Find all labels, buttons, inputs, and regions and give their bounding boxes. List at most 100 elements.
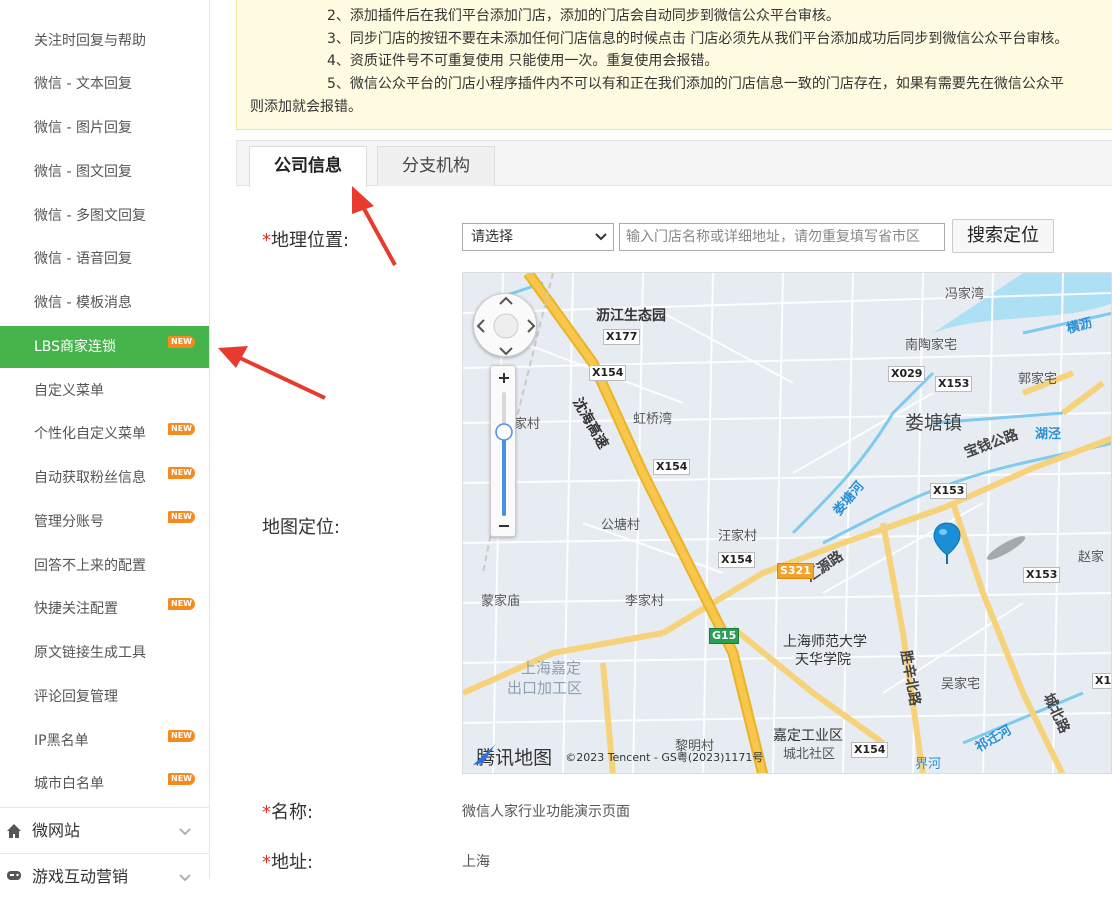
- sidebar-item-lbs[interactable]: LBS商家连锁 NEW: [0, 326, 209, 368]
- sidebar-item-ip-blacklist[interactable]: IP黑名单 NEW: [0, 720, 209, 762]
- map-canvas: [463, 273, 1111, 773]
- sidebar-item-text-reply[interactable]: 微信 - 文本回复: [0, 63, 209, 105]
- sidebar-item-sub-accounts[interactable]: 管理分账号 NEW: [0, 501, 209, 543]
- map-road-tag: X177: [603, 329, 641, 345]
- pan-arrows-icon: [476, 296, 536, 356]
- map-place-label: 界河: [915, 757, 942, 772]
- map-zoom-control[interactable]: [490, 365, 516, 537]
- new-badge: NEW: [168, 467, 195, 479]
- sidebar-group-games[interactable]: 游戏互动营销: [0, 853, 209, 899]
- sidebar-item-label: 微信 - 文本回复: [34, 76, 132, 92]
- map-road-tag: X153: [930, 483, 968, 499]
- arrow-to-tab-icon: [352, 186, 397, 266]
- sidebar-group-label: 游戏互动营销: [32, 867, 129, 886]
- sidebar-item-label: 微信 - 多图文回复: [34, 208, 146, 224]
- map-highway-tag: S321: [777, 563, 814, 579]
- sidebar-item-voice-reply[interactable]: 微信 - 语音回复: [0, 238, 209, 280]
- chevron-down-icon: [179, 854, 191, 919]
- map-place-label: 上海嘉定: [521, 659, 582, 677]
- new-badge: NEW: [168, 336, 195, 348]
- sidebar-item-label: 微信 - 图文回复: [34, 164, 132, 180]
- address-label: *地址:: [262, 848, 313, 874]
- map-place-label: 嘉定工业区: [773, 728, 843, 744]
- geo-label-text: 地理位置:: [271, 230, 350, 251]
- notice-line: 则添加就会报错。: [250, 99, 362, 115]
- required-mark: *: [262, 230, 271, 251]
- map-river-label: 湖泾: [1035, 427, 1062, 442]
- sidebar-item-label: 原文链接生成工具: [34, 645, 146, 661]
- notice-line: 2、添加插件后在我们平台添加门店，添加的门店会自动同步到微信公众平台审核。: [327, 8, 840, 24]
- tab-bar: 公司信息 分支机构: [236, 140, 1112, 187]
- sidebar-item-label: 城市白名单: [34, 776, 104, 792]
- sidebar-group-microsite[interactable]: 微网站: [0, 807, 209, 853]
- game-icon: [6, 854, 22, 918]
- map-place-label: 沥江生态园: [596, 308, 666, 324]
- map-place-label: 蒙家庙: [481, 594, 521, 609]
- sidebar-item-unanswered-config[interactable]: 回答不上来的配置: [0, 545, 209, 587]
- sidebar-item-link-tool[interactable]: 原文链接生成工具: [0, 632, 209, 674]
- sidebar-item-label: 微信 - 模板消息: [34, 295, 132, 311]
- region-select-value: 请选择: [471, 229, 513, 245]
- map-place-label: 吴家宅: [941, 677, 981, 692]
- sidebar-item-multi-news-reply[interactable]: 微信 - 多图文回复: [0, 195, 209, 237]
- sidebar-item-label: 关注时回复与帮助: [34, 33, 146, 49]
- required-mark: *: [262, 802, 271, 823]
- sidebar-item-label: 自动获取粉丝信息: [34, 470, 146, 486]
- notice-line: 3、同步门店的按钮不要在未添加任何门店信息的时候点击 门店必须先从我们平台添加成…: [327, 31, 1069, 47]
- map-place-label: 南陶家宅: [905, 338, 958, 353]
- address-value: 上海: [462, 854, 490, 870]
- zoom-in-icon: [499, 373, 509, 383]
- address-search-input[interactable]: 输入门店名称或详细地址，请勿重复填写省市区: [619, 223, 945, 251]
- sidebar-item-image-reply[interactable]: 微信 - 图片回复: [0, 107, 209, 149]
- tab-branches[interactable]: 分支机构: [377, 146, 495, 186]
- chevron-down-icon: [595, 224, 607, 259]
- sidebar-item-label: 微信 - 语音回复: [34, 251, 132, 267]
- new-badge: NEW: [168, 773, 195, 785]
- map-copyright: ©2023 Tencent - GS粤(2023)1171号: [565, 750, 764, 764]
- map-road-tag: X154: [718, 552, 756, 568]
- tab-company-info[interactable]: 公司信息: [249, 146, 367, 187]
- sidebar-item-label: 评论回复管理: [34, 689, 118, 705]
- map-location-label: 地图定位:: [262, 517, 341, 538]
- notice-panel: 2、添加插件后在我们平台添加门店，添加的门店会自动同步到微信公众平台审核。 3、…: [236, 0, 1112, 130]
- sidebar-item-personal-menu[interactable]: 个性化自定义菜单 NEW: [0, 413, 209, 455]
- zoom-slider-handle: [495, 423, 513, 441]
- notice-line: 4、资质证件号不可重复使用 只能使用一次。重复使用会报错。: [327, 53, 719, 69]
- sidebar: 关注时回复与帮助 微信 - 文本回复 微信 - 图片回复 微信 - 图文回复 微…: [0, 0, 210, 886]
- geo-location-label: *地理位置:: [262, 226, 349, 252]
- sidebar-item-city-whitelist[interactable]: 城市白名单 NEW: [0, 763, 209, 805]
- map-place-label: 郭家宅: [1018, 372, 1058, 387]
- map-place-label: 上海师范大学: [783, 634, 867, 650]
- sidebar-item-custom-menu[interactable]: 自定义菜单: [0, 370, 209, 412]
- map-place-label: 公塘村: [601, 518, 641, 533]
- name-value: 微信人家行业功能演示页面: [462, 804, 630, 820]
- sidebar-item-quick-follow[interactable]: 快捷关注配置 NEW: [0, 588, 209, 630]
- search-location-button[interactable]: 搜索定位: [952, 219, 1054, 253]
- sidebar-item-news-reply[interactable]: 微信 - 图文回复: [0, 151, 209, 193]
- sidebar-item-label: 微信 - 图片回复: [34, 120, 132, 136]
- map-place-label: 娄塘镇: [905, 412, 963, 434]
- sidebar-item-comment-reply[interactable]: 评论回复管理: [0, 676, 209, 718]
- map-road-tag: X154: [653, 459, 691, 475]
- map-highway-tag: G15: [709, 628, 740, 644]
- map-view[interactable]: 沥江生态园 冯家湾 南陶家宅 郭家宅 娄塘镇 虹桥湾 河家村 公塘村 汪家村 赵…: [462, 272, 1112, 774]
- required-mark: *: [262, 852, 271, 873]
- region-select[interactable]: 请选择: [462, 223, 614, 251]
- map-place-label: 城北社区: [783, 747, 836, 762]
- sidebar-item-fans-info[interactable]: 自动获取粉丝信息 NEW: [0, 457, 209, 499]
- map-pan-control[interactable]: [473, 293, 537, 357]
- address-label-text: 地址:: [271, 852, 314, 873]
- new-badge: NEW: [168, 511, 195, 523]
- new-badge: NEW: [168, 598, 195, 610]
- map-place-label: 李家村: [625, 594, 665, 609]
- arrow-to-lbs-icon: [218, 346, 326, 400]
- map-place-label: 冯家湾: [945, 287, 985, 302]
- sidebar-item-template-msg[interactable]: 微信 - 模板消息: [0, 282, 209, 324]
- location-pin-icon[interactable]: [933, 521, 961, 565]
- sidebar-item-label: 管理分账号: [34, 514, 104, 530]
- map-road-tag: X154: [851, 742, 889, 758]
- sidebar-item-follow-reply[interactable]: 关注时回复与帮助: [0, 20, 209, 62]
- new-badge: NEW: [168, 423, 195, 435]
- notice-line: 5、微信公众平台的门店小程序插件内不可以有和正在我们添加的门店信息一致的门店存在…: [327, 76, 1064, 92]
- map-place-label: 赵家: [1078, 550, 1105, 565]
